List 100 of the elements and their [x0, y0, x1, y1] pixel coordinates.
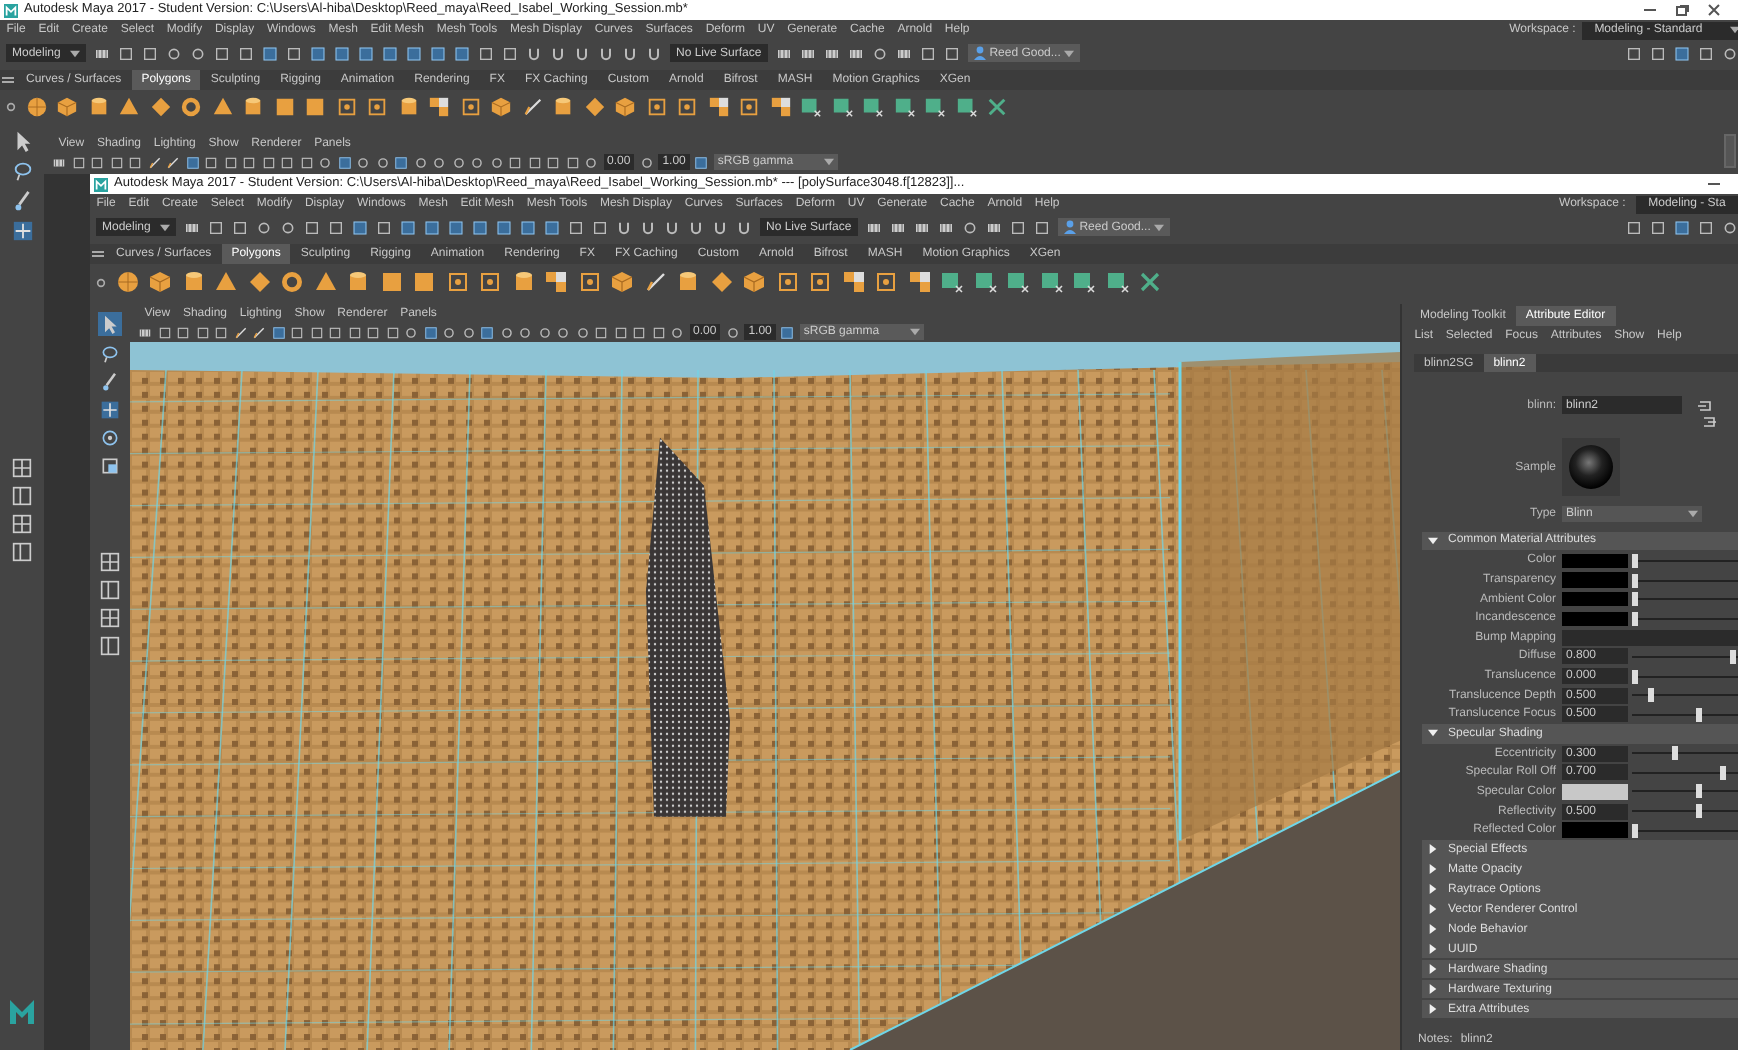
brush-icon[interactable]: [11, 190, 33, 212]
shape-with-x-icon[interactable]: [924, 95, 946, 117]
pen-icon[interactable]: [521, 95, 543, 117]
cross-icon[interactable]: [1138, 270, 1162, 294]
shape-with-x-icon[interactable]: [955, 95, 977, 117]
layout-icon[interactable]: [12, 486, 32, 506]
cylinder-icon[interactable]: [346, 270, 370, 294]
shelf-menu-icon[interactable]: [0, 74, 16, 86]
slider-thumb[interactable]: [1695, 707, 1701, 722]
cylinder-icon[interactable]: [511, 270, 535, 294]
slider-thumb[interactable]: [1672, 746, 1678, 761]
diamond-icon[interactable]: [247, 270, 271, 294]
cylinder-icon[interactable]: [242, 95, 264, 117]
tiles-icon[interactable]: [544, 270, 568, 294]
cone-icon[interactable]: [211, 95, 233, 117]
circle-icon[interactable]: [499, 325, 513, 339]
slider-thumb[interactable]: [1632, 592, 1638, 607]
settings-icon[interactable]: [96, 277, 106, 287]
select-tool-button[interactable]: [98, 312, 122, 336]
frame-icon[interactable]: [738, 95, 760, 117]
lasso-icon[interactable]: [11, 160, 33, 182]
circle-icon[interactable]: [470, 155, 484, 169]
sphere-icon[interactable]: [115, 270, 139, 294]
color-swatch[interactable]: [1562, 553, 1628, 569]
pen-icon[interactable]: [233, 325, 247, 339]
layout-icon[interactable]: [12, 458, 32, 478]
layout-icon[interactable]: [100, 580, 120, 600]
shape-with-x-icon[interactable]: [862, 95, 884, 117]
layout-icon[interactable]: [12, 542, 32, 562]
circle-icon[interactable]: [166, 45, 182, 61]
lasso-icon[interactable]: [100, 344, 120, 364]
cone-icon[interactable]: [313, 270, 337, 294]
rotate-tool-icon[interactable]: [100, 428, 120, 448]
slider-thumb[interactable]: [1632, 573, 1638, 588]
pen-icon[interactable]: [252, 325, 266, 339]
slider-thumb[interactable]: [1729, 649, 1735, 664]
circle-icon[interactable]: [451, 155, 465, 169]
square-icon[interactable]: [412, 270, 436, 294]
restore-icon[interactable]: [1674, 4, 1690, 16]
circle-icon[interactable]: [1722, 45, 1738, 61]
torus-icon[interactable]: [180, 95, 202, 117]
circle-icon[interactable]: [318, 155, 332, 169]
cylinder-icon[interactable]: [181, 270, 205, 294]
tiles-icon[interactable]: [707, 95, 729, 117]
layout-icon[interactable]: [12, 514, 32, 534]
cube-icon[interactable]: [614, 95, 636, 117]
cross-icon[interactable]: [986, 95, 1008, 117]
frame-icon[interactable]: [445, 270, 469, 294]
map-field[interactable]: [1562, 629, 1738, 646]
cone-icon[interactable]: [118, 95, 140, 117]
shape-with-x-icon[interactable]: [1072, 270, 1096, 294]
move-tool-icon[interactable]: [100, 400, 120, 420]
color-swatch[interactable]: [1562, 822, 1628, 838]
sphere-icon[interactable]: [25, 95, 47, 117]
diamond-icon[interactable]: [149, 95, 171, 117]
circle-icon[interactable]: [489, 155, 503, 169]
circle-icon[interactable]: [639, 155, 654, 169]
pen-icon[interactable]: [166, 155, 180, 169]
circle-icon[interactable]: [413, 155, 427, 169]
tiles-icon[interactable]: [428, 95, 450, 117]
frame-icon[interactable]: [808, 270, 832, 294]
close-icon[interactable]: [1706, 4, 1722, 16]
toolbar-icon[interactable]: [337, 155, 351, 169]
toolbar-icon[interactable]: [394, 155, 408, 169]
circle-icon[interactable]: [575, 325, 589, 339]
circle-icon[interactable]: [442, 325, 456, 339]
circle-icon[interactable]: [670, 325, 684, 339]
scale-tool-icon[interactable]: [100, 456, 120, 476]
frame-icon[interactable]: [478, 270, 502, 294]
circle-icon[interactable]: [375, 155, 389, 169]
diamond-icon[interactable]: [583, 95, 605, 117]
circle-icon[interactable]: [432, 155, 446, 169]
circle-icon[interactable]: [256, 219, 272, 235]
circle-icon[interactable]: [356, 155, 370, 169]
slider-thumb[interactable]: [1632, 553, 1638, 568]
frame-icon[interactable]: [335, 95, 357, 117]
color-swatch[interactable]: [1562, 572, 1628, 588]
frame-icon[interactable]: [775, 270, 799, 294]
shape-with-x-icon[interactable]: [1006, 270, 1030, 294]
layout-icon[interactable]: [100, 608, 120, 628]
circle-icon[interactable]: [280, 219, 296, 235]
slider-thumb[interactable]: [1695, 804, 1701, 819]
toolbar-icon[interactable]: [780, 325, 795, 339]
shape-with-x-icon[interactable]: [973, 270, 997, 294]
shape-with-x-icon[interactable]: [893, 95, 915, 117]
tiles-icon[interactable]: [841, 270, 865, 294]
frame-icon[interactable]: [366, 95, 388, 117]
color-swatch[interactable]: [1562, 784, 1628, 800]
pen-icon[interactable]: [643, 270, 667, 294]
frame-icon[interactable]: [645, 95, 667, 117]
layout-icon[interactable]: [100, 636, 120, 656]
cube-icon[interactable]: [742, 270, 766, 294]
color-swatch[interactable]: [1562, 611, 1628, 626]
square-icon[interactable]: [379, 270, 403, 294]
move-tool-icon[interactable]: [11, 220, 33, 242]
color-swatch[interactable]: [1562, 591, 1628, 607]
cylinder-icon[interactable]: [676, 270, 700, 294]
shape-with-x-icon[interactable]: [831, 95, 853, 117]
shape-with-x-icon[interactable]: [940, 270, 964, 294]
circle-icon[interactable]: [461, 325, 475, 339]
